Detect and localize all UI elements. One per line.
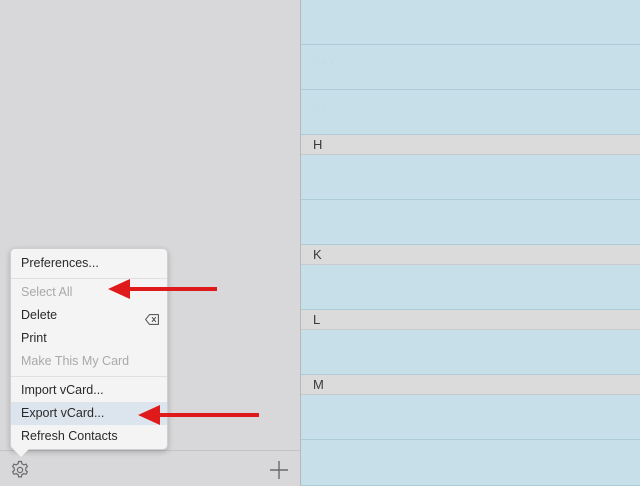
menu-item-print[interactable]: Print [11, 327, 167, 350]
contact-row[interactable] [301, 440, 640, 486]
menu-item-delete-label: Delete [21, 308, 58, 322]
section-header-k: K [301, 245, 640, 265]
contact-row[interactable]: · · [301, 90, 640, 135]
menu-item-make-my-card: Make This My Card [21, 354, 130, 368]
contact-row[interactable] [301, 155, 640, 200]
annotation-arrow-icon [138, 405, 259, 425]
plus-icon[interactable] [268, 459, 290, 481]
menu-pointer [13, 449, 29, 457]
contact-row[interactable] [301, 265, 640, 310]
bottom-toolbar [0, 450, 300, 486]
menu-item-refresh-contacts[interactable]: Refresh Contacts [11, 425, 167, 448]
annotation-arrow-icon [108, 279, 217, 299]
contact-row[interactable]: · · · [301, 45, 640, 90]
contact-list: · · · · · H K L M [301, 0, 640, 486]
menu-item-delete[interactable]: Delete [11, 304, 167, 327]
menu-item-preferences[interactable]: Preferences... [11, 252, 167, 275]
contact-row[interactable] [301, 200, 640, 245]
menu-separator [11, 376, 167, 377]
gear-icon[interactable] [9, 459, 31, 481]
menu-item-import-vcard[interactable]: Import vCard... [11, 379, 167, 402]
section-header-h: H [301, 135, 640, 155]
delete-key-icon [144, 310, 159, 325]
section-header-l: L [301, 310, 640, 330]
contact-row[interactable] [301, 0, 640, 45]
section-header-m: M [301, 375, 640, 395]
contact-row[interactable] [301, 395, 640, 440]
contact-row[interactable] [301, 330, 640, 375]
